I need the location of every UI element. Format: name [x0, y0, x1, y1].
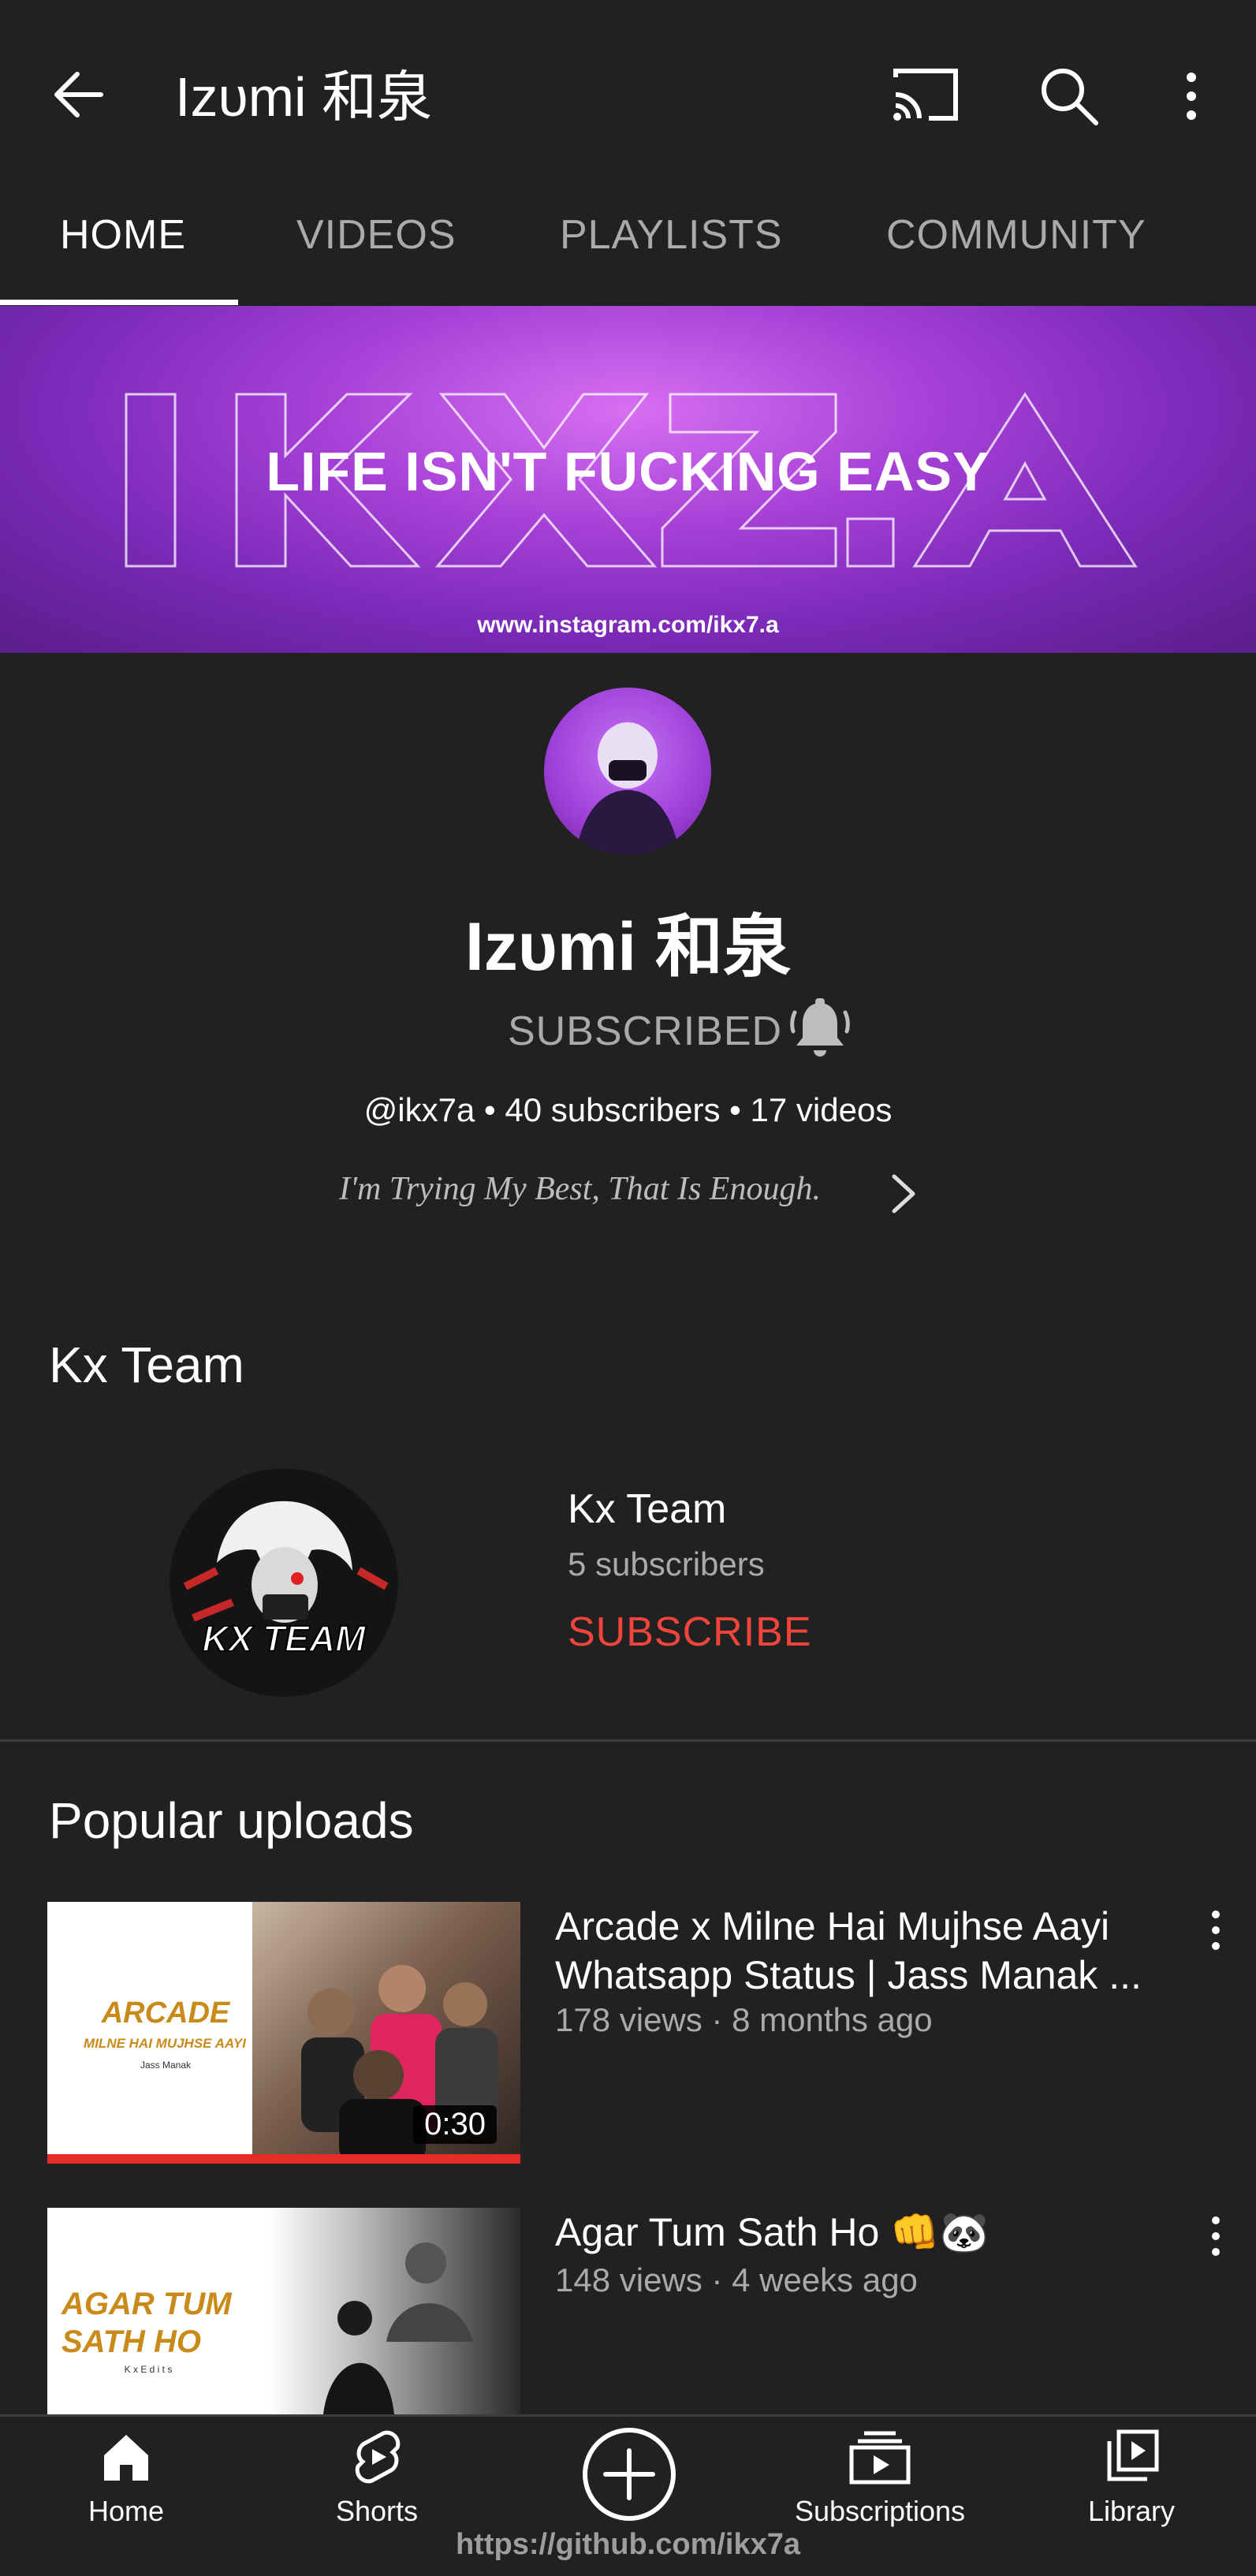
nav-shorts-label: Shorts — [335, 2495, 419, 2527]
meta-separator: • — [484, 1091, 505, 1128]
back-arrow-icon[interactable] — [46, 63, 117, 126]
more-vert-icon[interactable] — [1172, 69, 1211, 125]
featured-avatar-text: KX TEAM — [203, 1618, 367, 1659]
notification-bell-icon[interactable] — [788, 997, 852, 1063]
thumbnail-title-line2: SATH HO — [61, 2324, 202, 2359]
nav-subscriptions[interactable]: Subscriptions — [788, 2429, 971, 2528]
channel-video-count: 17 videos — [750, 1091, 893, 1128]
popular-section-title: Popular uploads — [49, 1792, 414, 1849]
video-title[interactable]: Agar Tum Sath Ho 👊🐼 — [555, 2208, 1186, 2257]
library-icon — [1107, 2429, 1159, 2481]
thumbnail-caption: K x E d i t s — [124, 2364, 173, 2375]
chevron-right-icon[interactable] — [883, 1172, 922, 1216]
thumbnail-title: ARCADE — [101, 1996, 230, 2030]
tab-playlists[interactable]: PLAYLISTS — [560, 211, 783, 259]
nav-library-label: Library — [1087, 2495, 1176, 2527]
create-icon — [583, 2428, 676, 2521]
page-title: Izυmi 和泉 — [175, 66, 433, 128]
channel-meta: @ikx7a • 40 subscribers • 17 videos — [0, 1091, 1256, 1129]
channel-name: Izυmi 和泉 — [464, 909, 792, 985]
banner-headline: LIFE ISN'T FUCKING EASY — [266, 441, 990, 502]
thumbnail-photo — [268, 2208, 520, 2414]
watermark-text: https://github.com/ikx7a — [455, 2528, 801, 2561]
thumbnail-title-line1: AGAR TUM — [61, 2287, 232, 2321]
featured-channel-name[interactable]: Kx Team — [568, 1486, 726, 1533]
tab-videos[interactable]: VIDEOS — [296, 211, 457, 259]
banner-url: www.instagram.com/ikx7.a — [477, 612, 779, 638]
shorts-icon — [355, 2430, 401, 2484]
subscribe-button[interactable]: SUBSCRIBE — [568, 1609, 812, 1656]
tab-active-indicator — [0, 300, 238, 305]
meta-separator: • — [729, 1091, 751, 1128]
nav-home[interactable]: Home — [63, 2429, 189, 2528]
nav-library[interactable]: Library — [1071, 2429, 1192, 2528]
featured-channel-subscribers: 5 subscribers — [568, 1545, 765, 1583]
section-divider — [0, 1739, 1256, 1742]
nav-shorts[interactable]: Shorts — [314, 2429, 440, 2528]
channel-handle: @ikx7a — [363, 1091, 475, 1128]
tab-home[interactable]: HOME — [60, 211, 186, 259]
subscribed-button[interactable]: SUBSCRIBED — [508, 1008, 782, 1055]
video-thumbnail[interactable]: ARCADE MILNE HAI MUJHSE AAYI Jass Manak … — [47, 1902, 520, 2164]
nav-subscriptions-label: Subscriptions — [794, 2495, 966, 2527]
search-icon[interactable] — [1038, 65, 1101, 128]
featured-channel-avatar[interactable]: KX TEAM — [170, 1468, 398, 1697]
subscriptions-icon — [849, 2431, 911, 2485]
channel-description[interactable]: I'm Trying My Best, That Is Enough. — [339, 1170, 821, 1208]
thumbnail-subtitle: MILNE HAI MUJHSE AAYI — [84, 2036, 246, 2051]
video-more-icon[interactable] — [1206, 2214, 1225, 2258]
nav-home-label: Home — [88, 2495, 165, 2527]
video-meta: 178 views · 8 months ago — [555, 2001, 933, 2038]
channel-banner: LIFE ISN'T FUCKING EASY www.instagram.co… — [0, 306, 1256, 653]
video-duration: 0:30 — [413, 2105, 497, 2144]
featured-section-title: Kx Team — [49, 1336, 244, 1393]
channel-avatar — [544, 688, 711, 855]
video-meta: 148 views · 4 weeks ago — [555, 2261, 918, 2298]
video-thumbnail[interactable]: AGAR TUM SATH HO K x E d i t s — [47, 2208, 520, 2414]
cast-icon[interactable] — [889, 65, 962, 125]
home-icon — [104, 2435, 148, 2481]
video-more-icon[interactable] — [1206, 1908, 1225, 1952]
channel-subscribers: 40 subscribers — [505, 1091, 721, 1128]
watched-progress-bar — [47, 2154, 520, 2164]
video-title[interactable]: Arcade x Milne Hai Mujhse Aayi Whatsapp … — [555, 1902, 1186, 2000]
tab-community[interactable]: COMMUNITY — [886, 211, 1146, 259]
thumbnail-artist: Jass Manak — [140, 2060, 192, 2071]
nav-create[interactable] — [574, 2428, 684, 2523]
